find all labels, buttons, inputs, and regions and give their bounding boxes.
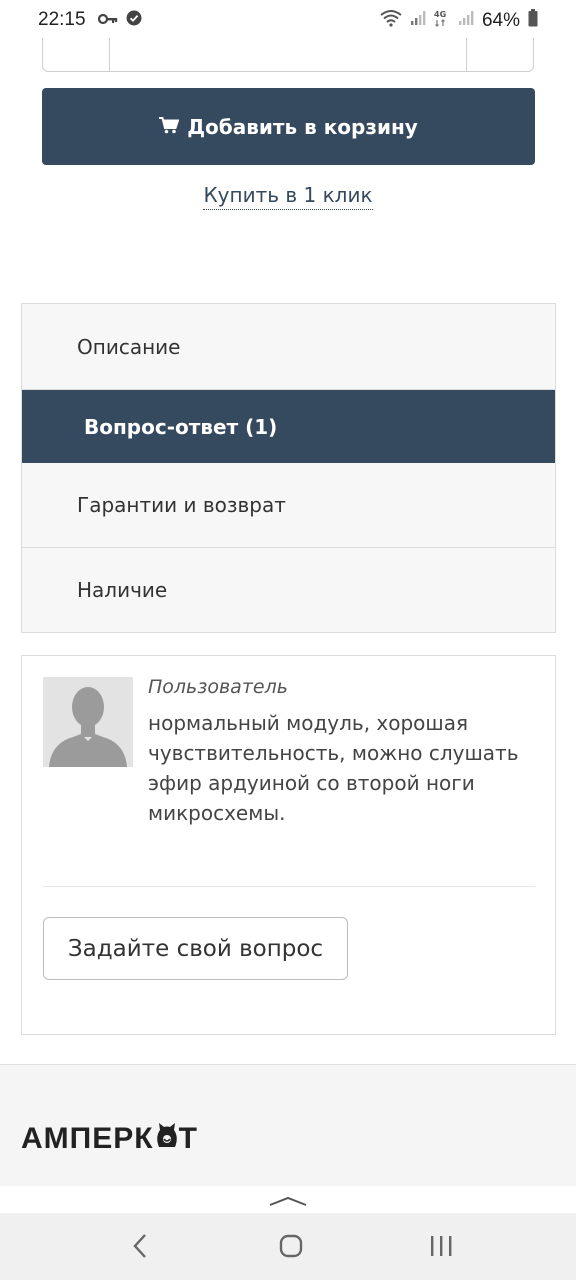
buy-one-click: Купить в 1 клик — [0, 183, 576, 210]
battery-percent: 64% — [481, 9, 520, 31]
wifi-icon — [380, 9, 402, 32]
tab-label: Наличие — [77, 578, 168, 602]
logo-suffix: Т — [178, 1122, 198, 1155]
stepper-divider — [466, 38, 467, 71]
cart-icon — [159, 115, 180, 139]
tab-qa[interactable]: Вопрос-ответ (1) — [22, 390, 555, 463]
footer: АМПЕРК Т — [0, 1064, 576, 1187]
ask-question-label: Задайте свой вопрос — [67, 935, 324, 962]
add-to-cart-label: Добавить в корзину — [187, 114, 418, 139]
avatar — [43, 677, 133, 767]
recent-apps-icon[interactable] — [428, 1235, 454, 1261]
tab-label: Описание — [77, 334, 181, 359]
status-icons-right: 4G 64% — [380, 9, 538, 32]
tab-warranty[interactable]: Гарантии и возврат — [22, 463, 555, 548]
logo-text: АМПЕРК — [21, 1122, 154, 1155]
tab-availability[interactable]: Наличие — [22, 548, 555, 632]
status-time: 22:15 — [38, 9, 86, 30]
chevron-up-icon — [268, 1192, 308, 1211]
review-text: нормальный модуль, хорошая чувствительно… — [148, 711, 519, 825]
status-icons-left — [97, 10, 142, 31]
home-icon[interactable] — [278, 1233, 304, 1263]
amperkot-logo[interactable]: АМПЕРК Т — [21, 1122, 198, 1156]
ask-question-button[interactable]: Задайте свой вопрос — [43, 917, 348, 980]
signal-icon — [410, 10, 426, 31]
user-silhouette-icon — [43, 677, 133, 767]
check-circle-icon — [126, 10, 142, 31]
scroll-up-handle[interactable] — [0, 1186, 576, 1213]
status-bar: 22:15 4G 64% — [0, 0, 576, 40]
tab-label: Вопрос-ответ (1) — [84, 414, 278, 439]
signal-4g-icon: 4G — [434, 9, 450, 32]
add-to-cart-button[interactable]: Добавить в корзину — [42, 88, 535, 165]
tab-label: Гарантии и возврат — [77, 493, 286, 517]
svg-text:4G: 4G — [434, 10, 446, 19]
cat-icon — [155, 1122, 179, 1156]
signal-icon — [458, 10, 474, 31]
tab-description[interactable]: Описание — [22, 304, 555, 390]
qa-panel: Пользователь нормальный модуль, хорошая … — [21, 655, 556, 1035]
quantity-stepper[interactable] — [42, 38, 534, 72]
review-author: Пользователь — [148, 676, 288, 698]
key-icon — [97, 12, 118, 30]
product-tabs: Описание Вопрос-ответ (1) Гарантии и воз… — [21, 303, 556, 633]
divider — [43, 886, 535, 887]
buy-one-click-link[interactable]: Купить в 1 клик — [203, 183, 373, 210]
back-icon[interactable] — [130, 1233, 150, 1263]
stepper-divider — [109, 38, 110, 71]
system-nav-bar — [0, 1213, 576, 1280]
battery-icon — [528, 9, 538, 32]
